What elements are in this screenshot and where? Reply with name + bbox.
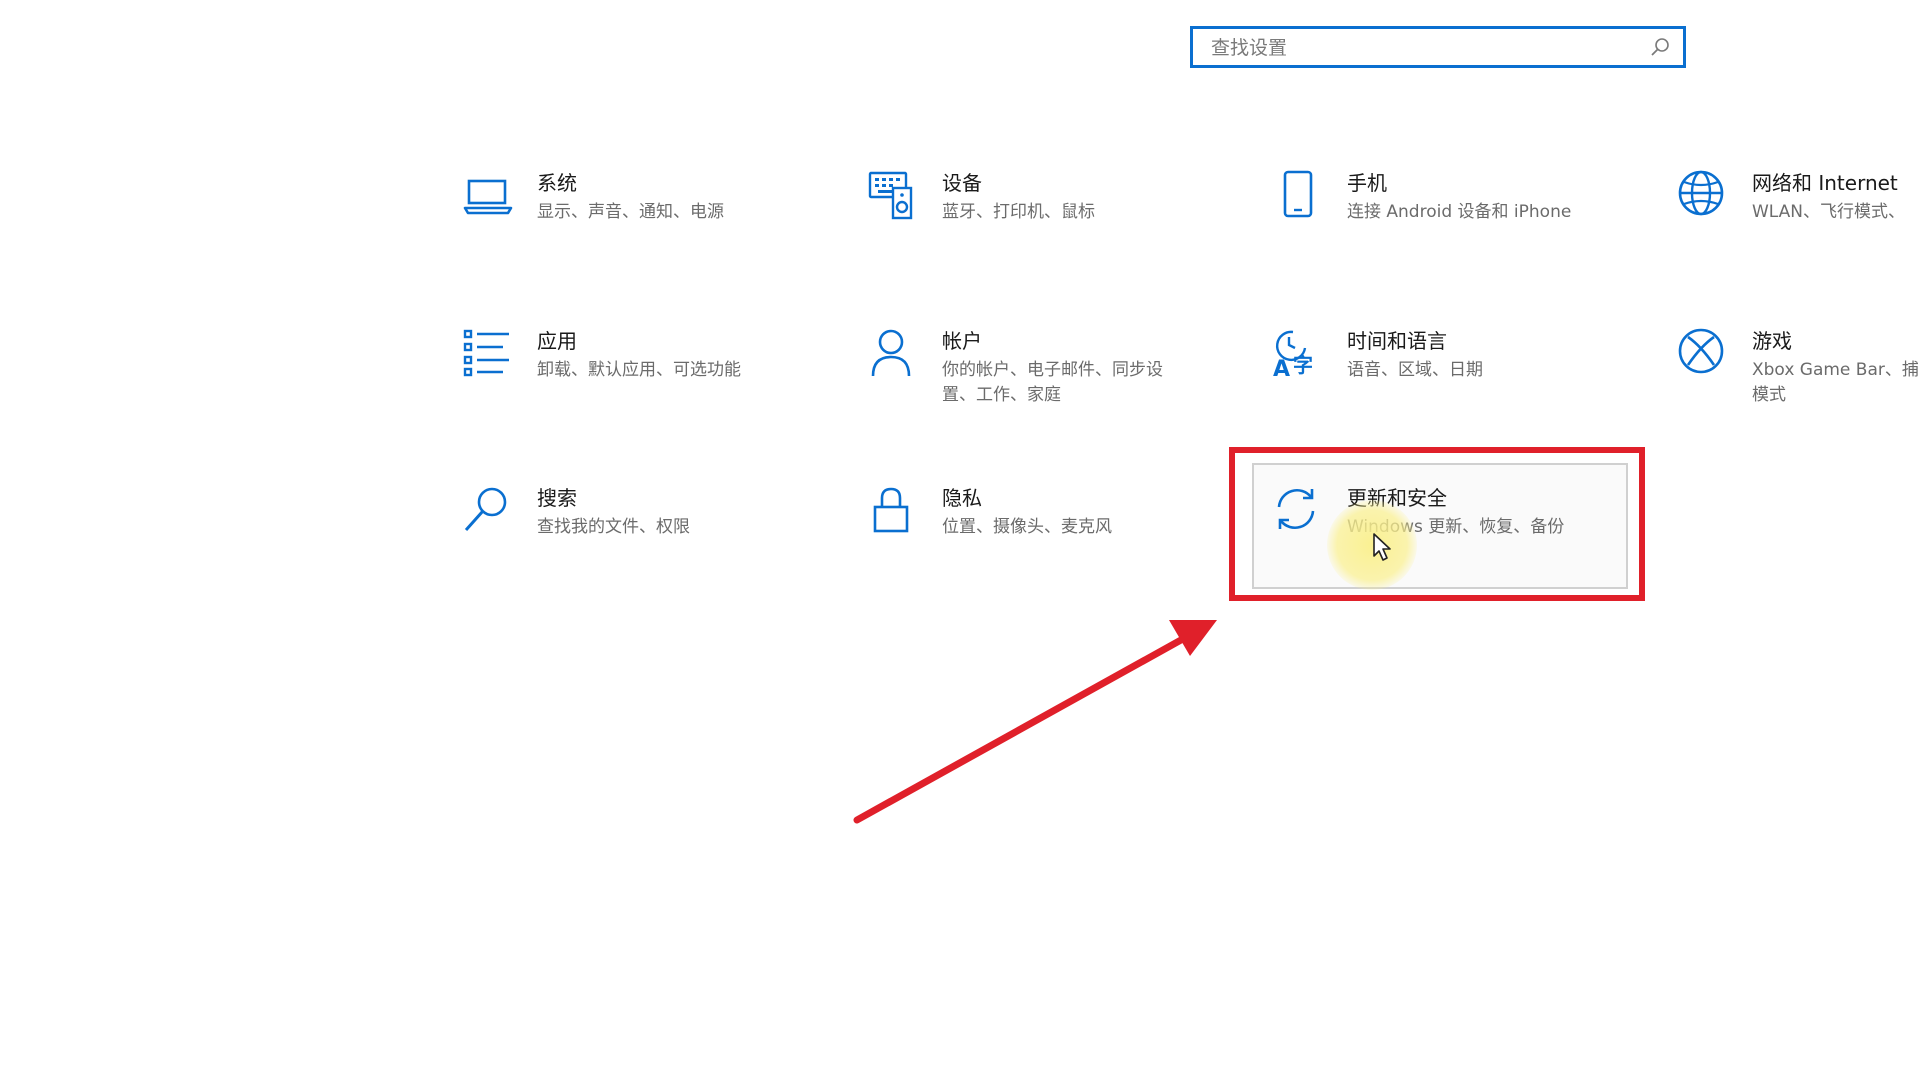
tile-gaming[interactable]: 游戏 Xbox Game Bar、捕模式 [1676,328,1920,448]
tile-title: 隐私 [942,486,982,510]
devices-icon [868,171,913,220]
tile-title: 游戏 [1752,329,1792,353]
tile-description: WLAN、飞行模式、 [1752,202,1906,222]
tile-title: 手机 [1347,171,1387,195]
tile-title: 网络和 Internet [1752,171,1898,195]
svg-text:A: A [1273,357,1290,382]
tile-description: 连接 Android 设备和 iPhone [1347,202,1572,222]
search-box[interactable] [1190,26,1686,68]
person-icon [871,329,911,377]
tile-search[interactable]: 搜索 查找我的文件、权限 [461,485,856,605]
tile-description: 位置、摄像头、麦克风 [942,517,1112,537]
tile-description: 蓝牙、打印机、鼠标 [942,202,1095,222]
lock-icon [873,487,909,533]
tile-apps[interactable]: 应用 卸载、默认应用、可选功能 [461,328,856,448]
search-input[interactable] [1209,29,1633,67]
tile-privacy[interactable]: 隐私 位置、摄像头、麦克风 [866,485,1261,605]
tile-description: 显示、声音、通知、电源 [537,202,724,222]
tile-title: 搜索 [537,486,577,510]
laptop-icon [463,179,513,215]
xbox-icon [1678,328,1724,374]
apps-list-icon [463,329,509,377]
tile-accounts[interactable]: 帐户 你的帐户、电子邮件、同步设置、工作、家庭 [866,328,1261,448]
tile-title: 时间和语言 [1347,329,1447,353]
tile-system[interactable]: 系统 显示、声音、通知、电源 [461,170,856,290]
tile-title: 应用 [537,329,577,353]
phone-icon [1283,170,1313,218]
tile-time-language[interactable]: A 字 时间和语言 语音、区域、日期 [1271,328,1666,448]
search-icon[interactable] [1649,36,1671,58]
tile-phone[interactable]: 手机 连接 Android 设备和 iPhone [1271,170,1666,290]
svg-text:字: 字 [1293,353,1313,377]
tile-description: 查找我的文件、权限 [537,517,690,537]
tile-title: 设备 [942,171,982,195]
tile-network[interactable]: 网络和 Internet WLAN、飞行模式、 [1676,170,1920,290]
globe-icon [1678,170,1724,216]
tile-description: 你的帐户、电子邮件、同步设置、工作、家庭 [942,360,1163,405]
tile-title: 系统 [537,171,577,195]
annotation-highlight-box [1229,447,1645,601]
tile-description: Xbox Game Bar、捕模式 [1752,360,1919,405]
tile-description: 语音、区域、日期 [1347,360,1483,380]
tile-devices[interactable]: 设备 蓝牙、打印机、鼠标 [866,170,1261,290]
tile-description: 卸载、默认应用、可选功能 [537,360,741,380]
search-magnifier-icon [464,487,507,531]
time-language-icon: A 字 [1273,330,1313,382]
tile-title: 帐户 [942,329,982,353]
